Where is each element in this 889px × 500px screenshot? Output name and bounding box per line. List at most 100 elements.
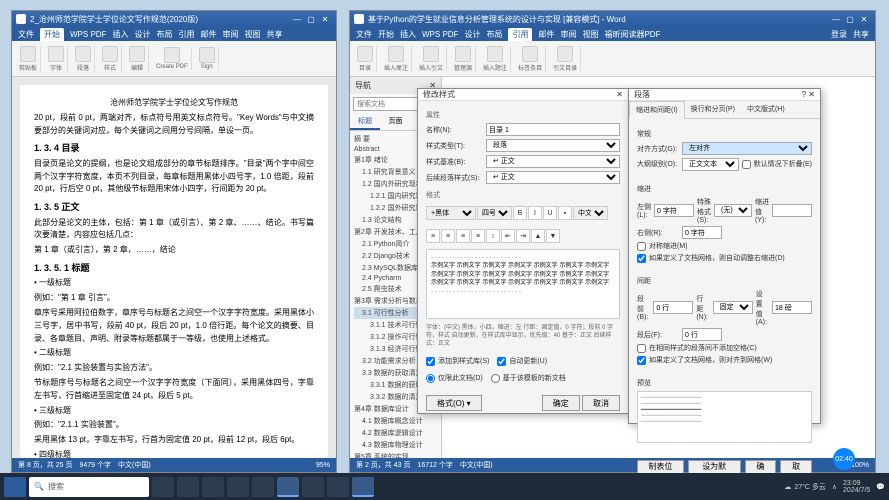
menu-insert[interactable]: 插入 bbox=[112, 29, 128, 40]
tab-asian[interactable]: 中文版式(H) bbox=[741, 101, 791, 118]
edit-button[interactable] bbox=[129, 46, 145, 62]
para-button[interactable] bbox=[75, 46, 91, 62]
min-button[interactable]: — bbox=[829, 15, 843, 24]
styles-button[interactable] bbox=[102, 46, 118, 62]
style-next-select[interactable]: ↵ 正文 bbox=[486, 171, 620, 184]
menu-review[interactable]: 审阅 bbox=[560, 29, 576, 40]
nav-item[interactable]: 第5章 系统的实现 bbox=[354, 451, 437, 458]
menu-file[interactable]: 文件 bbox=[356, 29, 372, 40]
format-menu-button[interactable]: 格式(O) ▾ bbox=[426, 395, 482, 411]
explorer-icon[interactable] bbox=[177, 477, 199, 497]
spacing-after-icon[interactable]: ▼ bbox=[546, 229, 560, 243]
menu-login[interactable]: 登录 bbox=[831, 29, 847, 40]
no-space-checkbox[interactable] bbox=[637, 344, 646, 353]
style-name-input[interactable] bbox=[486, 123, 620, 136]
tab-line-page[interactable]: 换行和分页(P) bbox=[685, 101, 741, 118]
add-gallery-checkbox[interactable] bbox=[426, 357, 435, 366]
taskview-icon[interactable] bbox=[152, 477, 174, 497]
word2-taskbar-icon[interactable] bbox=[352, 477, 374, 497]
font-select[interactable]: +黑体 bbox=[426, 206, 476, 220]
word-taskbar-icon[interactable] bbox=[277, 477, 299, 497]
weather-widget[interactable]: ☁ 27°C 多云 bbox=[784, 482, 826, 492]
menu-layout[interactable]: 布局 bbox=[156, 29, 172, 40]
titlebar-right[interactable]: 基于Python的学生就业信息分析管理系统的设计与实现 [兼容模式] - Wor… bbox=[350, 11, 875, 27]
menu-layout[interactable]: 布局 bbox=[486, 29, 502, 40]
menu-ref[interactable]: 引用 bbox=[508, 28, 532, 41]
menu-wpspdf[interactable]: WPS PDF bbox=[422, 30, 458, 39]
space-before-input[interactable] bbox=[653, 301, 693, 314]
menu-review[interactable]: 审阅 bbox=[222, 29, 238, 40]
citlist-button[interactable] bbox=[557, 46, 573, 62]
menu-share[interactable]: 共享 bbox=[266, 29, 282, 40]
system-tray[interactable]: ☁ 27°C 多云 ∧ 23:092024/7/5 💬 bbox=[784, 480, 885, 494]
notification-icon[interactable]: 💬 bbox=[876, 483, 885, 491]
close-button[interactable]: ✕ bbox=[857, 15, 871, 24]
underline-button[interactable]: U bbox=[543, 206, 557, 220]
tab-indent-spacing[interactable]: 缩进和间距(I) bbox=[629, 101, 685, 119]
max-button[interactable]: ▢ bbox=[304, 15, 318, 24]
menu-design[interactable]: 设计 bbox=[464, 29, 480, 40]
nav-tab-headings[interactable]: 标题 bbox=[350, 114, 380, 130]
cancel-button[interactable]: 取消 bbox=[582, 395, 620, 411]
titlebar-left[interactable]: 2_沧州师范学院学士学位论文写作规范(2020版) — ▢ ✕ bbox=[12, 11, 336, 27]
index-button[interactable] bbox=[522, 46, 538, 62]
doc-only-radio[interactable] bbox=[426, 374, 435, 383]
createpdf-button[interactable] bbox=[164, 47, 180, 63]
dialog-close-icon[interactable]: ✕ bbox=[808, 90, 815, 99]
indent-inc-icon[interactable]: ⇥ bbox=[516, 229, 530, 243]
indent-by-input[interactable] bbox=[772, 204, 812, 217]
special-select[interactable]: (无) bbox=[714, 204, 752, 217]
dialog-close-icon[interactable]: ✕ bbox=[616, 90, 623, 99]
menu-mail[interactable]: 邮件 bbox=[538, 29, 554, 40]
citation-button[interactable] bbox=[423, 46, 439, 62]
nav-item[interactable]: 4.2 数据库逻辑设计 bbox=[354, 427, 437, 439]
paste-button[interactable] bbox=[20, 46, 36, 62]
menu-ref[interactable]: 引用 bbox=[178, 29, 194, 40]
menu-wpspdf[interactable]: WPS PDF bbox=[70, 30, 106, 39]
color-button[interactable]: ▪ bbox=[558, 206, 572, 220]
style-type-select[interactable]: 段落 bbox=[486, 139, 620, 152]
footnote-button[interactable] bbox=[388, 46, 404, 62]
indent-right-input[interactable] bbox=[682, 226, 722, 239]
menu-design[interactable]: 设计 bbox=[134, 29, 150, 40]
caption-button[interactable] bbox=[487, 46, 503, 62]
style-base-select[interactable]: ↵ 正文 bbox=[486, 155, 620, 168]
auto-adjust-checkbox[interactable] bbox=[637, 254, 646, 263]
align-left-icon[interactable]: ≡ bbox=[426, 229, 440, 243]
font-button[interactable] bbox=[48, 46, 64, 62]
space-after-input[interactable] bbox=[682, 328, 722, 341]
snap-grid-checkbox[interactable] bbox=[637, 356, 646, 365]
italic-button[interactable]: I bbox=[528, 206, 542, 220]
menu-view[interactable]: 视图 bbox=[244, 29, 260, 40]
menu-file[interactable]: 文件 bbox=[18, 29, 34, 40]
auto-update-checkbox[interactable] bbox=[497, 357, 506, 366]
max-button[interactable]: ▢ bbox=[843, 15, 857, 24]
spacing-before-icon[interactable]: ▲ bbox=[531, 229, 545, 243]
taskbar-search[interactable]: 🔍搜索 bbox=[29, 477, 149, 497]
nav-tab-pages[interactable]: 页面 bbox=[380, 114, 410, 130]
app-icon[interactable] bbox=[302, 477, 324, 497]
menu-home[interactable]: 开始 bbox=[378, 29, 394, 40]
zoom-left[interactable]: 95% bbox=[316, 462, 330, 469]
toc-button[interactable] bbox=[357, 46, 373, 62]
nav-item[interactable]: 4.1 数据库概念设计 bbox=[354, 415, 437, 427]
at-input[interactable] bbox=[772, 301, 812, 314]
menu-share[interactable]: 共享 bbox=[853, 29, 869, 40]
indent-left-input[interactable] bbox=[654, 204, 694, 217]
menu-view[interactable]: 视图 bbox=[582, 29, 598, 40]
align-justify-icon[interactable]: ≡ bbox=[471, 229, 485, 243]
lang-select[interactable]: 中文 bbox=[573, 206, 608, 220]
indent-dec-icon[interactable]: ⇤ bbox=[501, 229, 515, 243]
document-area-left[interactable]: 沧州师范学院学士学位论文写作规范 20 pt，段前 0 pt，两端对齐，标点符号… bbox=[12, 77, 336, 458]
nav-item[interactable]: 4.3 数据库物理设计 bbox=[354, 439, 437, 451]
align-right-icon[interactable]: ≡ bbox=[456, 229, 470, 243]
menu-home[interactable]: 开始 bbox=[40, 28, 64, 41]
size-select[interactable]: 四号 bbox=[477, 206, 512, 220]
menu-foxit[interactable]: 福昕阅读器PDF bbox=[604, 29, 660, 40]
collapsed-checkbox[interactable] bbox=[742, 160, 751, 169]
wechat-icon[interactable] bbox=[327, 477, 349, 497]
bold-button[interactable]: B bbox=[513, 206, 527, 220]
outline-select[interactable]: 正文文本 bbox=[682, 158, 739, 171]
min-button[interactable]: — bbox=[290, 15, 304, 24]
close-button[interactable]: ✕ bbox=[318, 15, 332, 24]
